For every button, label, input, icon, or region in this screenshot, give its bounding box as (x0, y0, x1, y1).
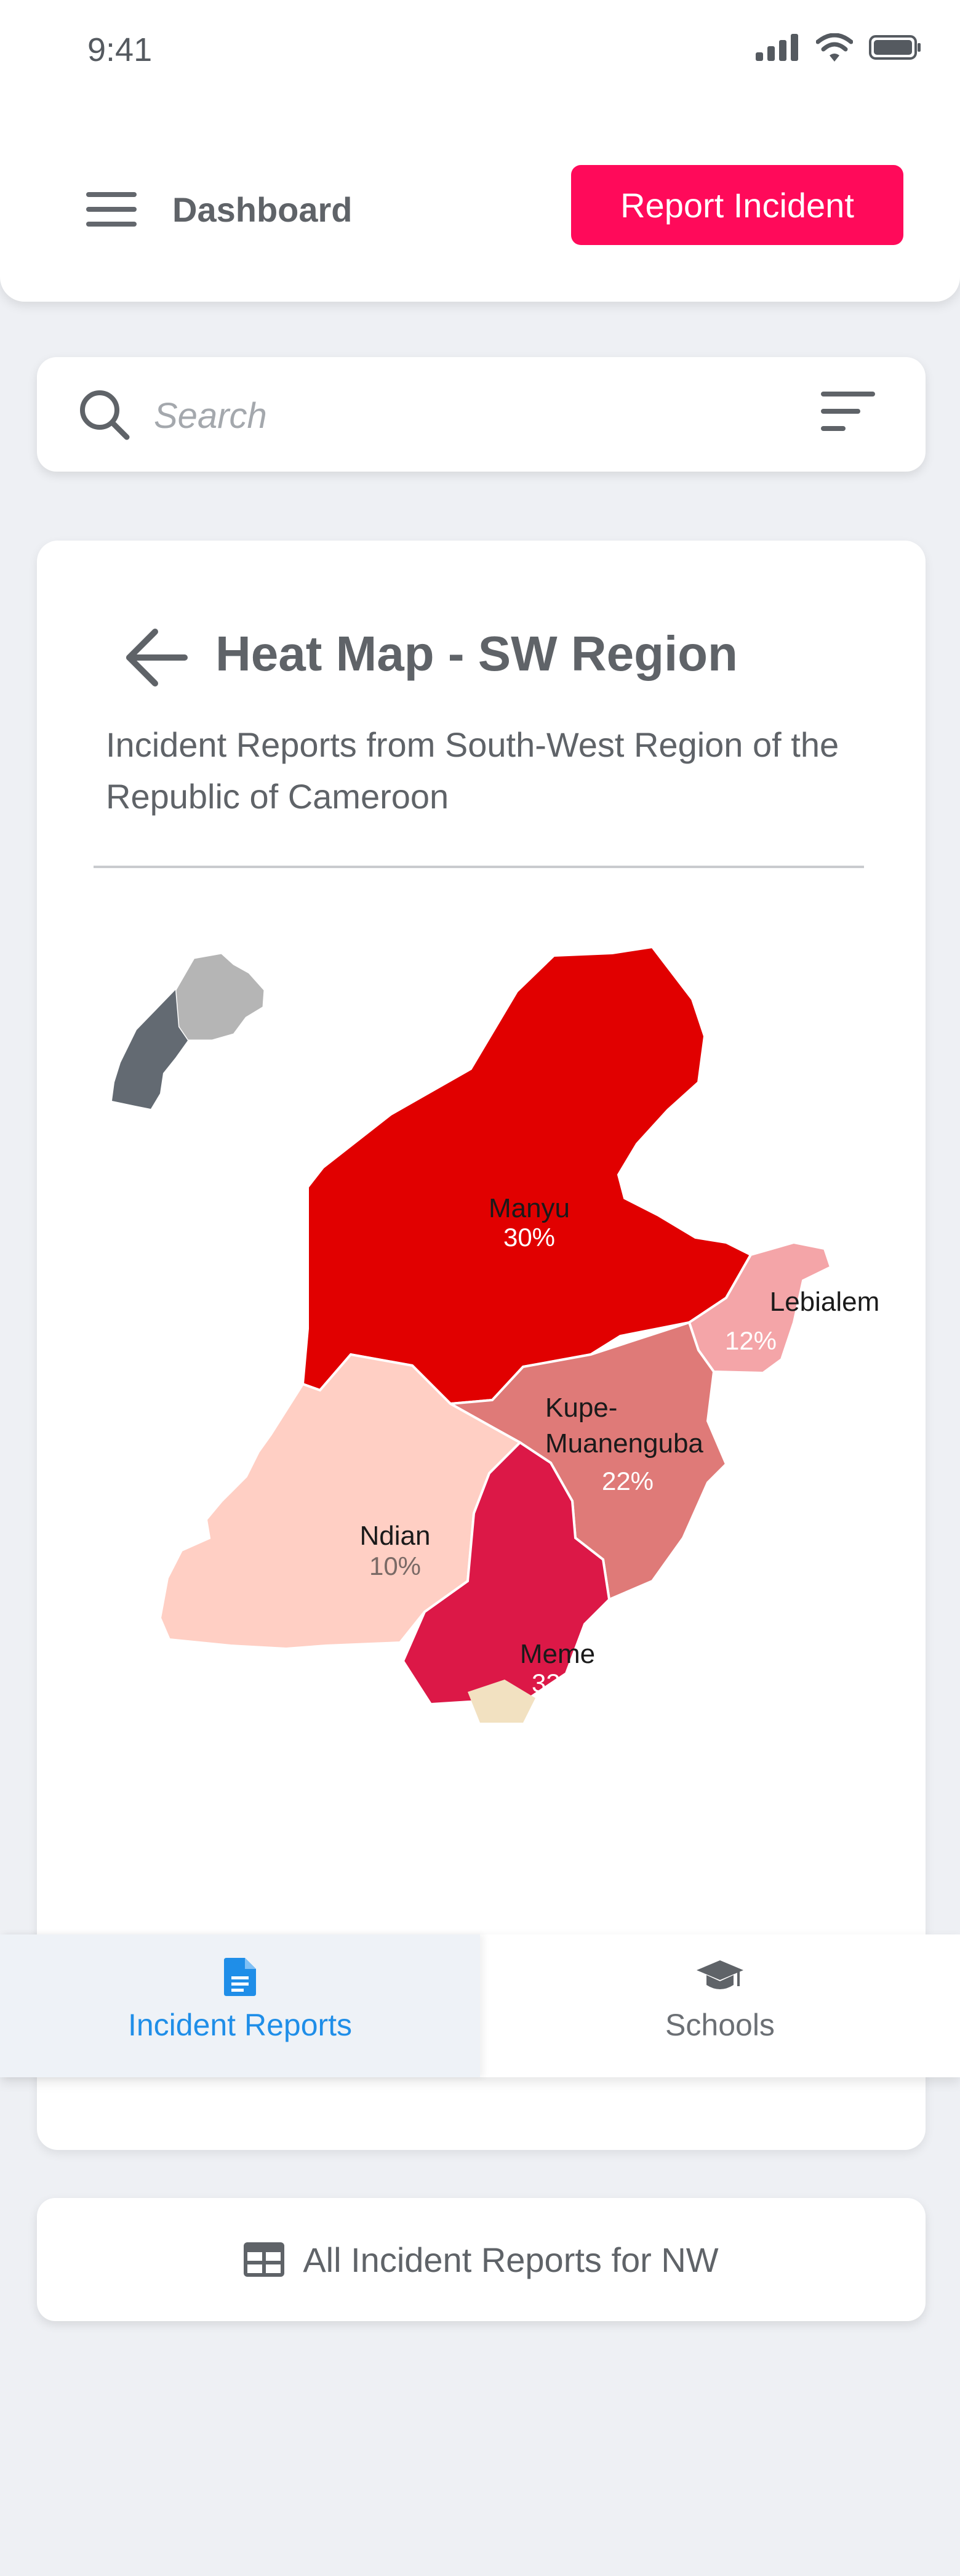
app-header: 9:41 Dashboard Report Incident (0, 0, 960, 302)
search-input[interactable] (154, 388, 708, 443)
label-meme: Meme (519, 1639, 596, 1669)
divider (94, 866, 864, 868)
pct-ndian: 10% (369, 1552, 422, 1580)
inset-region-light (174, 952, 266, 1042)
search-bar (37, 357, 926, 472)
graduation-cap-icon (697, 1960, 743, 1989)
label-lebialem: Lebialem (769, 1287, 880, 1317)
bottom-navigation: Incident Reports Schools (0, 1934, 960, 2077)
nav-label-schools: Schools (665, 2008, 775, 2042)
map-fade-overlay (37, 1803, 926, 1926)
hamburger-menu-icon[interactable] (86, 192, 137, 227)
nav-item-incident-reports[interactable]: Incident Reports (0, 1934, 480, 2077)
status-time: 9:41 (87, 31, 153, 68)
back-arrow-icon[interactable] (123, 627, 191, 688)
label-manyu: Manyu (488, 1193, 570, 1223)
nav-item-schools[interactable]: Schools (480, 1934, 960, 2077)
heat-map: Manyu 30% Lebialem 12% Kupe- Muanenguba … (37, 898, 926, 1883)
label-muanenguba: Muanenguba (545, 1428, 703, 1459)
wifi-icon (816, 33, 853, 62)
status-icons (756, 33, 922, 62)
all-incident-reports-button[interactable]: All Incident Reports for NW (37, 2198, 926, 2321)
page-title: Dashboard (172, 190, 353, 229)
pct-lebialem: 12% (724, 1326, 777, 1355)
report-incident-button[interactable]: Report Incident (571, 165, 903, 245)
card-title: Heat Map - SW Region (215, 626, 738, 681)
nav-label-incident-reports: Incident Reports (127, 2008, 353, 2042)
search-icon (80, 390, 130, 440)
document-icon (224, 1958, 256, 1996)
signal-icon (756, 34, 798, 61)
battery-icon (869, 35, 921, 60)
heat-map-card: Heat Map - SW Region Incident Reports fr… (37, 541, 926, 2150)
table-icon (244, 2242, 285, 2277)
heat-map-svg (112, 945, 833, 1723)
label-kupe: Kupe- (545, 1393, 618, 1423)
pct-manyu: 30% (503, 1223, 556, 1252)
filter-icon[interactable] (821, 392, 875, 435)
pct-kupe: 22% (601, 1467, 654, 1495)
inset-region-dark (112, 990, 188, 1109)
card-subtitle: Incident Reports from South-West Region … (106, 725, 839, 816)
pct-meme: 33% (531, 1668, 584, 1697)
all-reports-label: All Incident Reports for NW (303, 2240, 719, 2279)
label-ndian: Ndian (359, 1521, 431, 1551)
